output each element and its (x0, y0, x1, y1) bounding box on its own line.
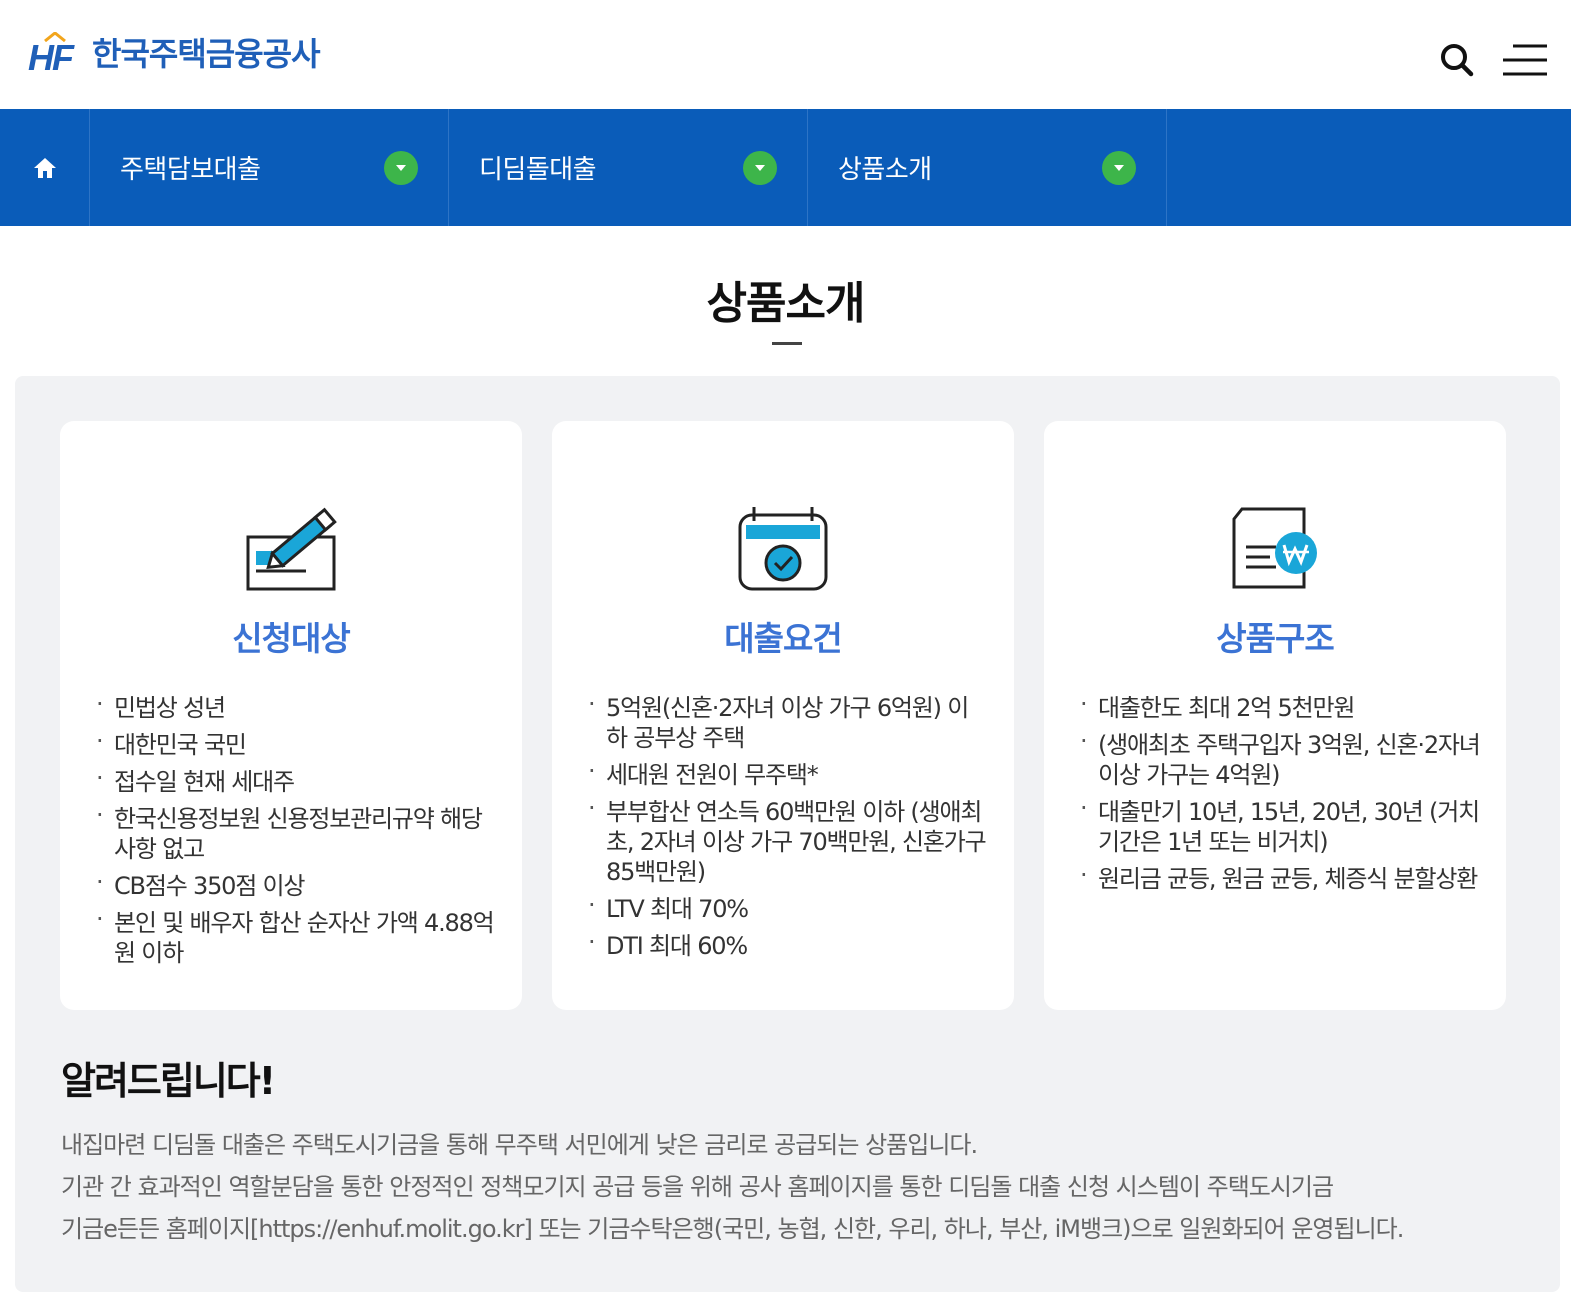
card-title: 상품구조 (1216, 619, 1334, 658)
page-title: 상품소개 (706, 278, 866, 329)
notice-line: 기관 간 효과적인 역할분담을 통한 안정적인 정책모기지 공급 등을 위해 공… (61, 1173, 1334, 1201)
notice-body: 내집마련 디딤돌 대출은 주택도시기금을 통해 무주택 서민에게 낮은 금리로 … (61, 1124, 1531, 1250)
card-loan-requirements: 대출요건 5억원(신혼·2자녀 이상 가구 6억원) 이하 공부상 주택 세대원… (552, 421, 1014, 1010)
card-title: 신청대상 (232, 619, 350, 658)
notice-line: 기금e든든 홈페이지[https://enhuf.molit.go.kr] 또는… (61, 1215, 1404, 1243)
list-item: 5억원(신혼·2자녀 이상 가구 6억원) 이하 공부상 주택 (588, 689, 988, 753)
list-item: 대출만기 10년, 15년, 20년, 30년 (거치기간은 1년 또는 비거치… (1080, 793, 1480, 857)
home-icon (33, 157, 56, 178)
chevron-down-icon[interactable] (384, 150, 418, 185)
pen-on-paper-icon (246, 507, 337, 591)
title-underline (772, 342, 802, 345)
nav-item-didimdol[interactable]: 디딤돌대출 (449, 109, 808, 226)
list-item: 본인 및 배우자 합산 순자산 가액 4.88억원 이하 (96, 904, 496, 968)
list-item: LTV 최대 70% (588, 890, 988, 924)
card-list: 민법상 성년 대한민국 국민 접수일 현재 세대주 한국신용정보원 신용정보관리… (96, 689, 496, 975)
document-won-icon (1232, 507, 1317, 589)
list-item: 대출한도 최대 2억 5천만원 (1080, 689, 1480, 723)
list-item: 접수일 현재 세대주 (96, 763, 496, 797)
breadcrumb-nav: 주택담보대출 디딤돌대출 상품소개 (0, 109, 1571, 226)
card-product-structure: 상품구조 대출한도 최대 2억 5천만원 (생애최초 주택구입자 3억원, 신혼… (1044, 421, 1506, 1010)
list-item: 세대원 전원이 무주택* (588, 756, 988, 790)
card-title: 대출요건 (724, 619, 842, 658)
nav-item-mortgage[interactable]: 주택담보대출 (90, 109, 449, 226)
list-item: 원리금 균등, 원금 균등, 체증식 분할상환 (1080, 860, 1480, 894)
site-logo[interactable]: HF 한국주택금융공사 (28, 30, 321, 78)
nav-item-label: 디딤돌대출 (479, 155, 597, 185)
logo-name: 한국주택금융공사 (92, 35, 321, 73)
chevron-down-icon[interactable] (743, 150, 777, 185)
list-item: DTI 최대 60% (588, 927, 988, 961)
logo-mark-text: HF (28, 37, 74, 78)
site-header: HF 한국주택금융공사 (0, 0, 1571, 109)
home-button[interactable] (0, 109, 90, 226)
notice-title: 알려드립니다! (61, 1059, 276, 1103)
card-eligibility: 신청대상 민법상 성년 대한민국 국민 접수일 현재 세대주 한국신용정보원 신… (60, 421, 522, 1010)
nav-item-product-intro[interactable]: 상품소개 (808, 109, 1167, 226)
card-list: 5억원(신혼·2자녀 이상 가구 6억원) 이하 공부상 주택 세대원 전원이 … (588, 689, 988, 968)
list-item: 민법상 성년 (96, 689, 496, 723)
list-item: 부부합산 연소득 60백만원 이하 (생애최초, 2자녀 이상 가구 70백만원… (588, 793, 988, 887)
nav-item-label: 상품소개 (838, 155, 932, 185)
nav-item-label: 주택담보대출 (120, 155, 261, 185)
hamburger-menu-icon[interactable] (1501, 43, 1549, 77)
notice-line: 내집마련 디딤돌 대출은 주택도시기금을 통해 무주택 서민에게 낮은 금리로 … (61, 1131, 978, 1159)
list-item: 한국신용정보원 신용정보관리규약 해당사항 없고 (96, 800, 496, 864)
header-actions (1437, 40, 1549, 80)
content-panel: 신청대상 민법상 성년 대한민국 국민 접수일 현재 세대주 한국신용정보원 신… (15, 376, 1560, 1292)
list-item: 대한민국 국민 (96, 726, 496, 760)
search-icon[interactable] (1437, 40, 1477, 80)
logo-mark: HF (28, 32, 80, 76)
list-item: (생애최초 주택구입자 3억원, 신혼·2자녀 이상 가구는 4억원) (1080, 726, 1481, 790)
chevron-down-icon[interactable] (1102, 150, 1136, 185)
list-item: CB점수 350점 이상 (96, 867, 496, 901)
card-list: 대출한도 최대 2억 5천만원 (생애최초 주택구입자 3억원, 신혼·2자녀 … (1080, 689, 1481, 901)
calendar-check-icon (738, 507, 828, 591)
